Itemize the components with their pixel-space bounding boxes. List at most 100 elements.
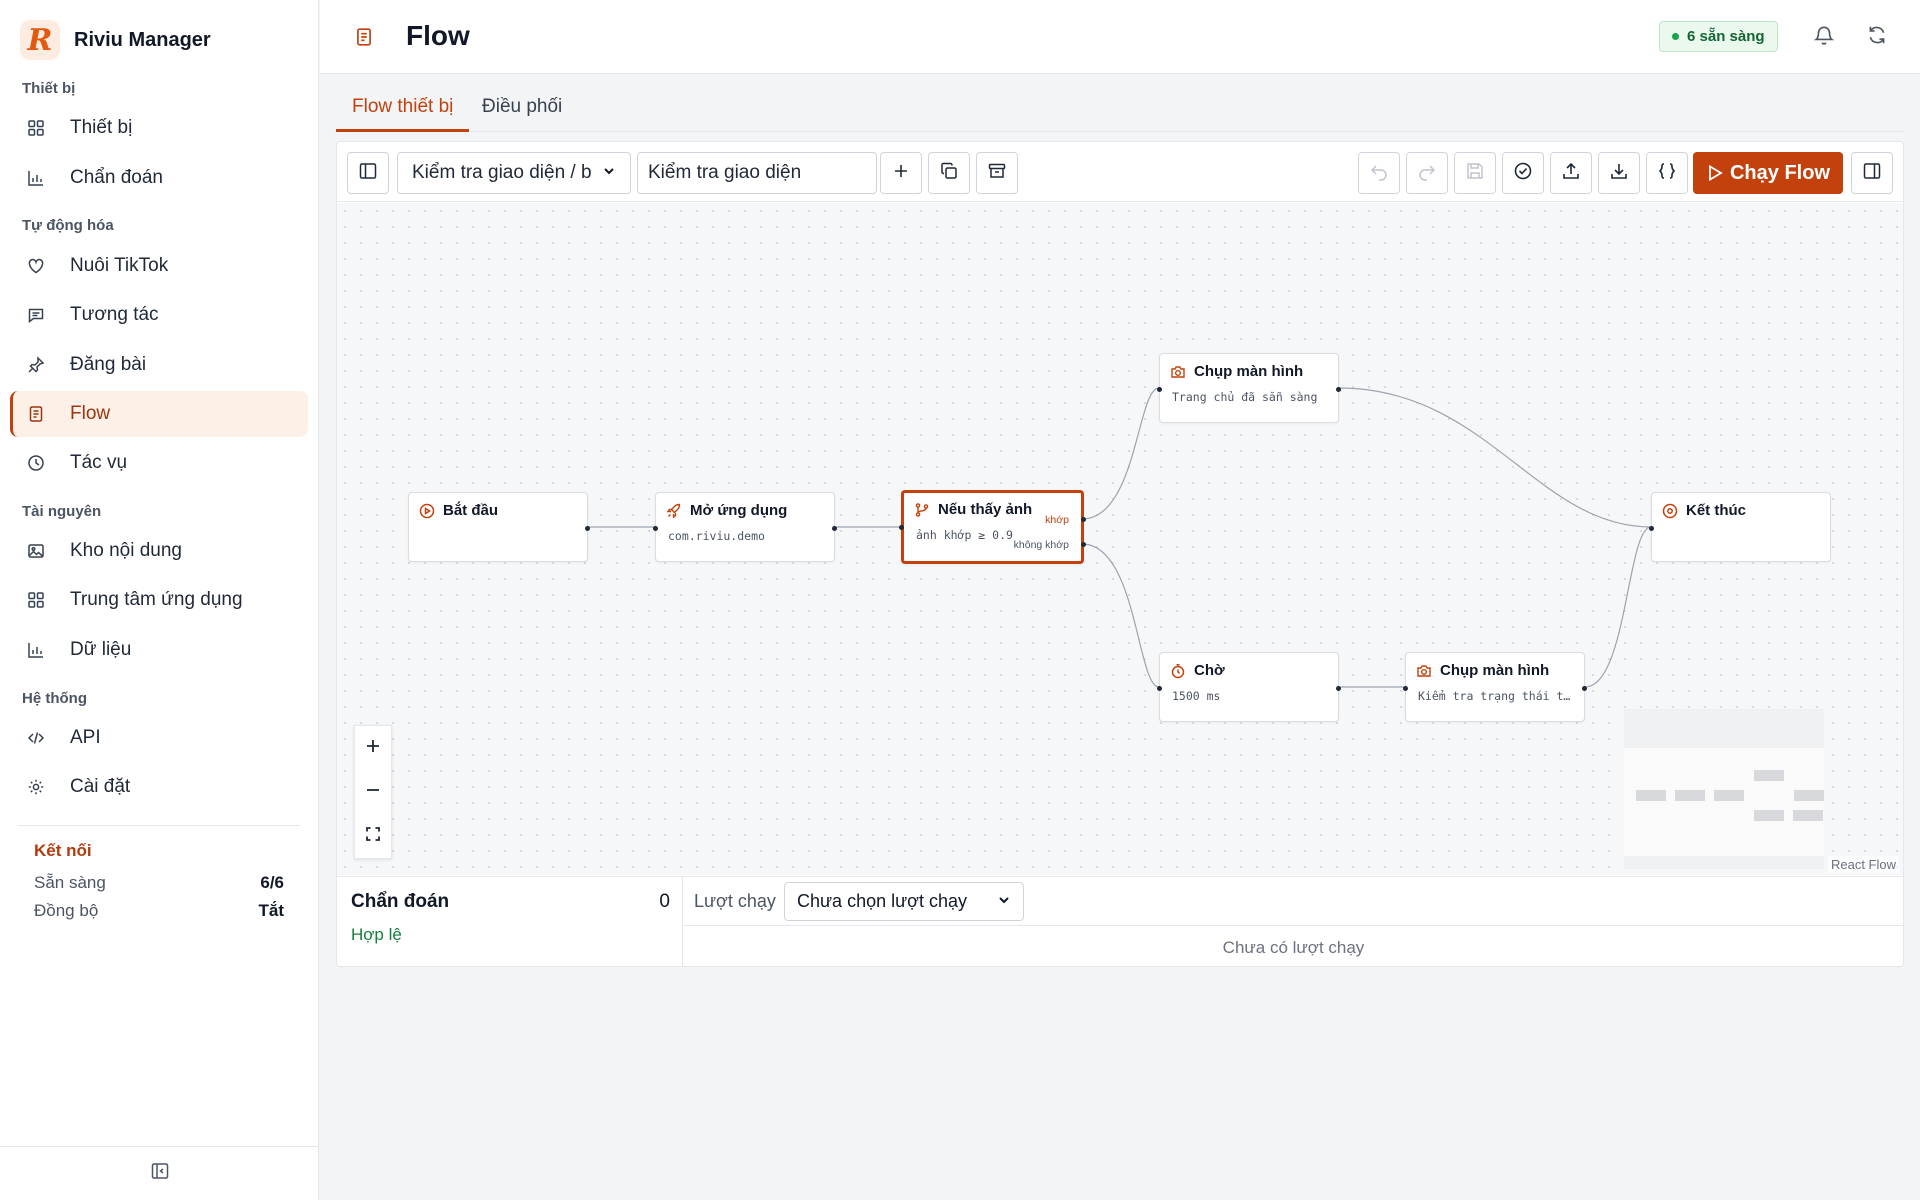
tab-device-flow[interactable]: Flow thiết bị — [336, 88, 470, 132]
collapse-sidebar-button[interactable] — [0, 1146, 319, 1200]
node-input-handle[interactable] — [653, 526, 658, 531]
timer-icon — [1170, 663, 1186, 679]
brand-name: Riviu Manager — [74, 28, 211, 51]
json-view-button[interactable] — [1646, 152, 1688, 194]
node-input-handle[interactable] — [899, 525, 904, 530]
node-output-handle[interactable] — [832, 526, 837, 531]
node-screenshot-1[interactable]: Chụp màn hình Trang chủ đã sẵn sàng — [1157, 353, 1341, 423]
minus-icon — [364, 781, 382, 804]
minimap-node — [1675, 790, 1705, 801]
archive-flow-button[interactable] — [976, 152, 1018, 194]
run-flow-button[interactable]: Chạy Flow — [1693, 152, 1843, 194]
image-icon — [26, 541, 46, 561]
sidebar-item-tasks[interactable]: Tác vụ — [10, 440, 308, 486]
react-flow-attribution[interactable]: React Flow — [1827, 856, 1899, 873]
flow-name-input[interactable] — [637, 152, 877, 194]
node-output-handle-false[interactable] — [1081, 542, 1086, 547]
save-button[interactable] — [1454, 152, 1496, 194]
add-flow-button[interactable] — [880, 152, 922, 194]
connection-row-sync: Đồng bộ Tắt — [34, 901, 284, 921]
flow-editor: Kiểm tra giao diện / b Kiểm tra giao diệ… — [336, 141, 1904, 967]
export-button[interactable] — [1550, 152, 1592, 194]
node-input-handle[interactable] — [1403, 686, 1408, 691]
validate-button[interactable] — [1502, 152, 1544, 194]
sidebar-item-data[interactable]: Dữ liệu — [10, 627, 308, 673]
minimap[interactable] — [1624, 709, 1824, 869]
toggle-right-panel-button[interactable] — [1851, 152, 1893, 194]
fit-view-button[interactable] — [355, 814, 391, 858]
sidebar-item-label: Flow — [70, 403, 111, 424]
sidebar-item-label: Nuôi TikTok — [70, 255, 169, 276]
notifications-button[interactable] — [1809, 22, 1839, 52]
undo-icon — [1369, 161, 1389, 186]
brand[interactable]: R Riviu Manager — [20, 20, 211, 60]
edge-screenshot-2-end[interactable] — [1584, 526, 1652, 688]
node-title-row: Mở ứng dụng — [666, 502, 787, 519]
runs-select[interactable]: Chưa chọn lượt chạy — [784, 882, 1024, 921]
import-button[interactable] — [1598, 152, 1640, 194]
sidebar-item-posts[interactable]: Đăng bài — [10, 342, 308, 388]
copy-icon — [939, 161, 959, 186]
node-open-app[interactable]: Mở ứng dụng com.riviu.demo — [653, 492, 837, 562]
sidebar-item-diagnostics[interactable]: Chẩn đoán — [10, 155, 308, 201]
node-input-handle[interactable] — [1157, 387, 1162, 392]
zoom-in-button[interactable] — [355, 726, 391, 770]
edge-if-screenshot-1[interactable] — [1081, 387, 1160, 520]
plus-icon — [891, 161, 911, 186]
node-title: Mở ứng dụng — [690, 502, 788, 519]
flow-select[interactable]: Kiểm tra giao diện / b — [397, 152, 631, 194]
minimap-node — [1793, 810, 1823, 821]
edge-if-wait[interactable] — [1081, 543, 1160, 688]
node-input-handle[interactable] — [1157, 686, 1162, 691]
sidebar: R Riviu Manager Thiết bị Thiết bị Chẩn đ… — [0, 0, 319, 1200]
node-output-handle-true[interactable] — [1081, 517, 1086, 522]
toggle-left-panel-button[interactable] — [347, 152, 389, 194]
refresh-button[interactable] — [1862, 22, 1892, 52]
sidebar-item-api[interactable]: API — [10, 715, 308, 761]
edge-screenshot-1-end[interactable] — [1338, 387, 1652, 528]
node-output-handle[interactable] — [1336, 387, 1341, 392]
chevron-down-icon — [602, 162, 616, 184]
node-screenshot-2[interactable]: Chụp màn hình Kiểm tra trạng thái t… — [1403, 652, 1587, 722]
node-if-image[interactable]: Nếu thấy ảnh ảnh khớp ≥ 0.9 khớp không k… — [899, 490, 1086, 564]
sidebar-item-interactions[interactable]: Tương tác — [10, 292, 308, 338]
node-start[interactable]: Bắt đầu — [408, 492, 590, 562]
node-subtitle: Trang chủ đã sẵn sàng — [1172, 390, 1318, 404]
node-output-handle[interactable] — [1336, 686, 1341, 691]
apps-grid-icon — [26, 590, 46, 610]
node-title-row: Kết thúc — [1662, 502, 1746, 519]
node-title: Chờ — [1194, 662, 1225, 679]
sidebar-item-settings[interactable]: Cài đặt — [10, 764, 308, 810]
diagnostics-title: Chẩn đoán — [351, 891, 450, 912]
zoom-out-button[interactable] — [355, 770, 391, 814]
sidebar-item-tiktok[interactable]: Nuôi TikTok — [10, 243, 308, 289]
sidebar-item-flow[interactable]: Flow — [10, 391, 308, 437]
sidebar-item-label: Chẩn đoán — [70, 167, 163, 188]
node-subtitle: 1500 ms — [1172, 689, 1221, 703]
connection-value: 6/6 — [260, 873, 284, 892]
node-input-handle[interactable] — [1649, 526, 1654, 531]
tab-orchestration[interactable]: Điều phối — [466, 88, 578, 132]
heart-icon — [26, 256, 46, 276]
camera-icon — [1416, 663, 1432, 679]
runs-label: Lượt chạy — [694, 891, 776, 911]
flow-canvas[interactable]: Bắt đầu Mở ứng dụng com.riviu.demo Nếu t… — [337, 203, 1903, 875]
sidebar-item-devices[interactable]: Thiết bị — [10, 105, 308, 151]
redo-button[interactable] — [1406, 152, 1448, 194]
duplicate-flow-button[interactable] — [928, 152, 970, 194]
sidebar-item-label: Dữ liệu — [70, 639, 132, 660]
sun-gear-icon — [26, 777, 46, 797]
section-label-automation: Tự động hóa — [22, 217, 114, 234]
sidebar-item-label: Kho nội dung — [70, 540, 182, 561]
zoom-controls — [354, 725, 392, 859]
node-end[interactable]: Kết thúc — [1649, 492, 1831, 562]
sidebar-item-content-library[interactable]: Kho nội dung — [10, 528, 308, 574]
save-icon — [1465, 161, 1485, 186]
node-output-handle[interactable] — [1582, 686, 1587, 691]
sidebar-item-label: API — [70, 727, 101, 748]
node-output-handle[interactable] — [585, 526, 590, 531]
node-title: Kết thúc — [1686, 502, 1746, 519]
undo-button[interactable] — [1358, 152, 1400, 194]
sidebar-item-app-center[interactable]: Trung tâm ứng dụng — [10, 577, 308, 623]
node-wait[interactable]: Chờ 1500 ms — [1157, 652, 1341, 722]
